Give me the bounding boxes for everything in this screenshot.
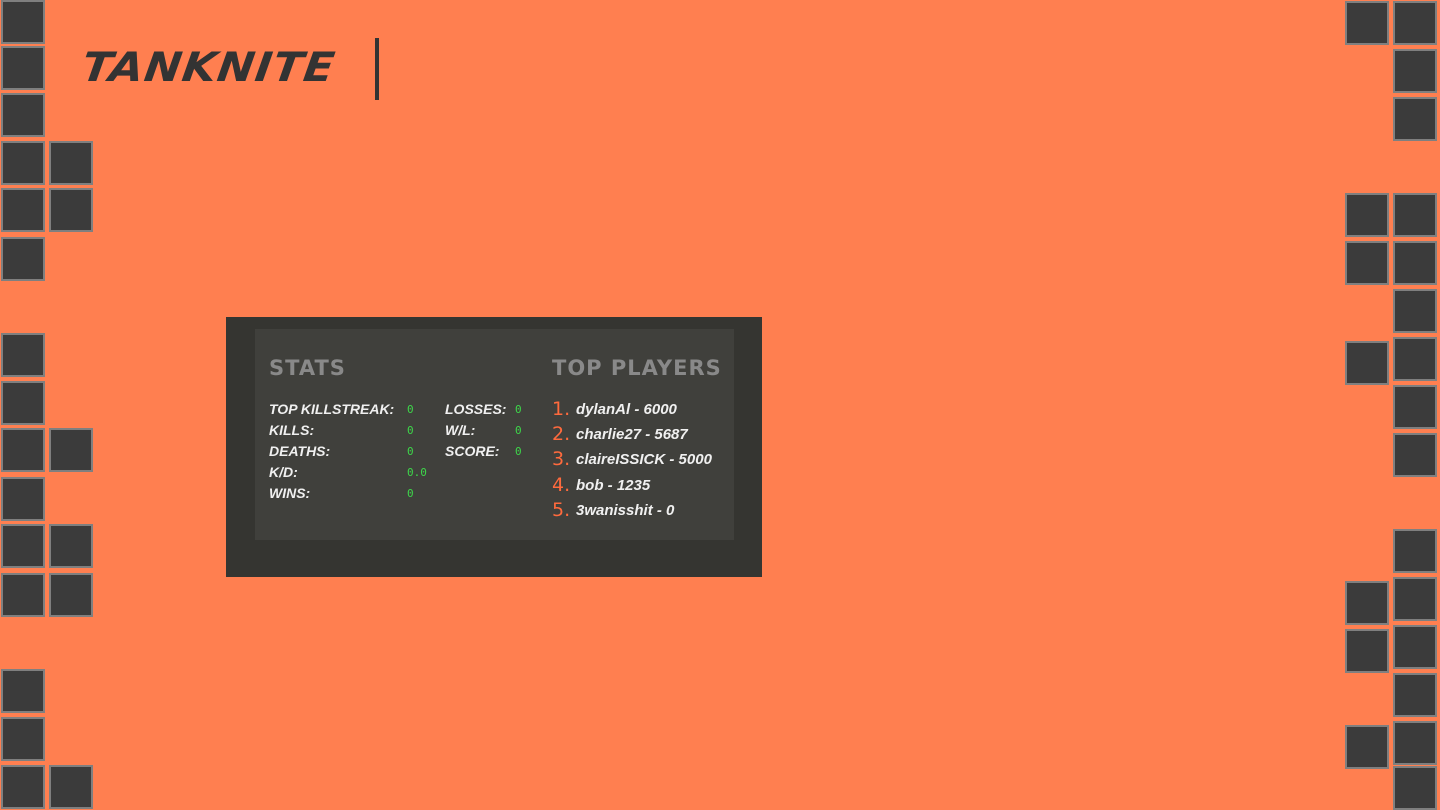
decor-tile	[1393, 721, 1437, 765]
decor-tile	[1393, 766, 1437, 810]
player-rank: 5.	[552, 499, 571, 521]
logo-text: TANKNITE	[78, 44, 339, 91]
player-rank: 1.	[552, 398, 571, 420]
stat-value: 0	[515, 403, 522, 416]
player-entry: charlie27 - 5687	[576, 426, 688, 443]
player-entry: claireISSICK - 5000	[576, 451, 712, 468]
decor-tile	[1393, 193, 1437, 237]
decor-tile	[1345, 1, 1389, 45]
decor-tile	[49, 765, 93, 809]
stat-value: 0	[515, 445, 522, 458]
decor-tile	[1, 333, 45, 377]
stat-score: SCORE: 0	[445, 441, 535, 462]
stat-deaths: DEATHS: 0	[269, 441, 419, 462]
decor-tile	[1345, 725, 1389, 769]
decor-tile	[1345, 581, 1389, 625]
logo-divider	[375, 38, 379, 100]
stat-wins: WINS: 0	[269, 483, 419, 504]
player-entry: bob - 1235	[576, 477, 651, 494]
decor-tile	[1393, 385, 1437, 429]
decor-tile	[1, 0, 45, 44]
decor-tile	[1393, 1, 1437, 45]
decor-tile	[1345, 629, 1389, 673]
decor-tile	[1345, 193, 1389, 237]
decor-tile	[1, 237, 45, 281]
stat-label: LOSSES:	[445, 401, 507, 417]
decor-tile	[49, 141, 93, 185]
stat-value: 0	[407, 403, 414, 416]
decor-tile	[1, 46, 45, 90]
stat-kills: KILLS: 0	[269, 420, 419, 441]
decor-tile	[1393, 337, 1437, 381]
leaderboard-row: 1. dylanAl - 6000	[552, 397, 732, 422]
stat-top-killstreak: TOP KILLSTREAK: 0	[269, 399, 419, 420]
decor-tile	[1345, 341, 1389, 385]
player-rank: 2.	[552, 423, 571, 445]
stats-title: STATS	[269, 356, 346, 380]
stat-value: 0.0	[407, 466, 427, 479]
top-players-title: TOP PLAYERS	[552, 356, 722, 380]
leaderboard-row: 2. charlie27 - 5687	[552, 422, 732, 447]
stat-label: K/D:	[269, 464, 298, 480]
game-logo: TANKNITE	[78, 38, 379, 100]
stat-label: W/L:	[445, 422, 476, 438]
decor-tile	[1, 669, 45, 713]
stat-wl: W/L: 0	[445, 420, 535, 441]
decor-tile	[1, 717, 45, 761]
leaderboard-row: 4. bob - 1235	[552, 473, 732, 498]
player-rank: 3.	[552, 448, 571, 470]
stat-label: DEATHS:	[269, 443, 331, 459]
decor-tile	[1393, 241, 1437, 285]
stat-label: KILLS:	[269, 422, 315, 438]
stat-value: 0	[515, 424, 522, 437]
decor-tile	[49, 428, 93, 472]
decor-tile	[1393, 49, 1437, 93]
stats-panel-content: STATS TOP PLAYERS TOP KILLSTREAK: 0 KILL…	[255, 329, 734, 540]
decor-tile	[1, 573, 45, 617]
decor-tile	[1, 93, 45, 137]
decor-tile	[1393, 289, 1437, 333]
decor-tile	[1, 188, 45, 232]
player-entry: dylanAl - 6000	[576, 401, 677, 418]
stat-value: 0	[407, 445, 414, 458]
decor-tile	[1345, 241, 1389, 285]
decor-tile	[1393, 433, 1437, 477]
decor-tile	[1, 428, 45, 472]
leaderboard-row: 3. claireISSICK - 5000	[552, 447, 732, 472]
decor-tile	[1393, 673, 1437, 717]
leaderboard-row: 5. 3wanisshit - 0	[552, 498, 732, 523]
decor-tile	[1, 477, 45, 521]
stat-value: 0	[407, 487, 414, 500]
decor-tile	[1393, 529, 1437, 573]
stat-label: WINS:	[269, 485, 311, 501]
decor-tile	[1, 524, 45, 568]
stat-label: TOP KILLSTREAK:	[269, 401, 395, 417]
stats-panel: STATS TOP PLAYERS TOP KILLSTREAK: 0 KILL…	[226, 317, 762, 577]
decor-tile	[1, 381, 45, 425]
decor-tile	[1, 765, 45, 809]
stat-value: 0	[407, 424, 414, 437]
player-entry: 3wanisshit - 0	[576, 502, 675, 519]
decor-tile	[49, 524, 93, 568]
stat-kd: K/D: 0.0	[269, 462, 427, 483]
decor-tile	[1393, 97, 1437, 141]
stat-losses: LOSSES: 0	[445, 399, 535, 420]
stat-label: SCORE:	[445, 443, 500, 459]
decor-tile	[49, 573, 93, 617]
decor-tile	[1, 141, 45, 185]
decor-tile	[1393, 625, 1437, 669]
decor-tile	[49, 188, 93, 232]
decor-tile	[1393, 577, 1437, 621]
player-rank: 4.	[552, 474, 571, 496]
